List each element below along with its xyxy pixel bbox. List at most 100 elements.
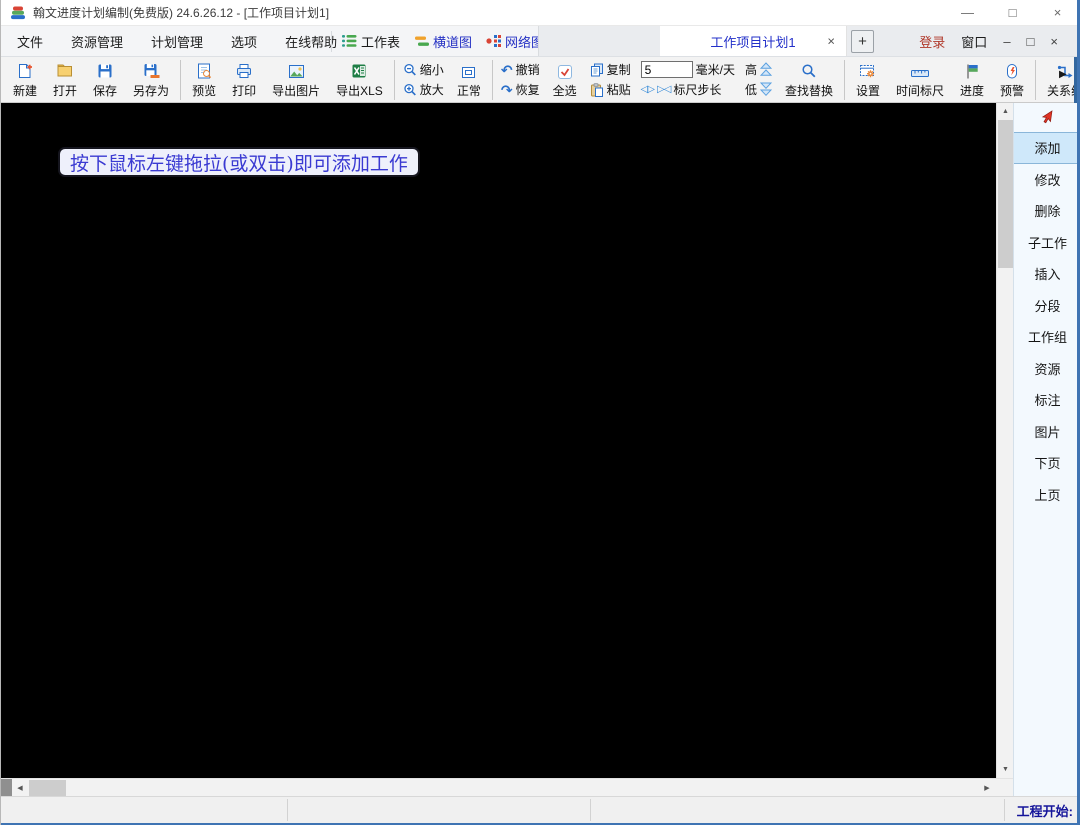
tab-close-icon[interactable]: × — [827, 34, 835, 49]
toolbar-separator — [180, 60, 181, 100]
undo-button[interactable]: ↶ 撤销 — [501, 60, 540, 80]
sidebar-item-prev-page[interactable]: 上页 — [1014, 479, 1080, 511]
toolbar-separator — [492, 60, 493, 100]
export-image-button[interactable]: 导出图片 — [264, 59, 328, 101]
child-maximize-button[interactable]: □ — [1027, 34, 1035, 49]
open-button[interactable]: 打开 — [45, 59, 85, 101]
sidebar-item-modify[interactable]: 修改 — [1014, 164, 1080, 196]
print-button[interactable]: 打印 — [224, 59, 264, 101]
worksheet-list-icon — [342, 34, 357, 48]
new-file-icon — [16, 61, 34, 80]
menu-plan[interactable]: 计划管理 — [137, 26, 217, 56]
print-icon — [235, 61, 253, 80]
zoom-out-icon — [403, 63, 417, 77]
ruler-step-label: 标尺步长 — [673, 81, 721, 98]
sidebar-item-next-page[interactable]: 下页 — [1014, 447, 1080, 479]
menu-options[interactable]: 选项 — [217, 26, 271, 56]
time-ruler-button[interactable]: 时间标尺 — [888, 59, 952, 101]
alert-bell-icon — [1004, 61, 1020, 80]
step-expand-icon[interactable]: ◁▷ — [641, 84, 654, 95]
sidebar-item-insert[interactable]: 插入 — [1014, 258, 1080, 290]
child-close-button[interactable]: × — [1050, 34, 1058, 49]
undo-icon: ↶ — [501, 63, 513, 77]
login-link[interactable]: 登录 — [919, 32, 945, 51]
settings-button[interactable]: 设置 — [848, 59, 888, 101]
sidebar-item-image[interactable]: 图片 — [1014, 416, 1080, 448]
preview-button[interactable]: 预览 — [184, 59, 224, 101]
toolbar-separator — [844, 60, 845, 100]
toolbar-separator — [394, 60, 395, 100]
status-divider — [1004, 799, 1005, 821]
status-divider — [590, 799, 591, 821]
new-tab-button[interactable]: + — [851, 30, 874, 53]
gantt-canvas[interactable]: 按下鼠标左键拖拉(或双击)即可添加工作 — [1, 103, 996, 778]
edit-side-panel: 添加 修改 删除 子工作 插入 分段 工作组 资源 标注 图片 下页 上页 — [1013, 103, 1080, 796]
normal-zoom-button[interactable]: 正常 — [449, 59, 489, 101]
time-ruler-icon — [910, 61, 930, 80]
menu-bar: 文件 资源管理 计划管理 选项 在线帮助 工作表 — [1, 26, 1080, 57]
pane-splitter-handle[interactable] — [1, 779, 12, 797]
zoom-in-icon — [403, 83, 417, 97]
scroll-right-icon[interactable]: ▶ — [979, 779, 995, 797]
sidebar-item-segment[interactable]: 分段 — [1014, 290, 1080, 322]
view-gantt-button[interactable]: 横道图 — [409, 26, 477, 56]
save-as-floppy-icon — [142, 61, 160, 80]
vertical-scrollbar-thumb[interactable] — [998, 120, 1013, 268]
window-title: 翰文进度计划编制(免费版) 24.6.26.12 - [工作项目计划1] — [33, 4, 329, 21]
network-graph-icon — [486, 34, 501, 48]
menu-divider — [331, 31, 332, 52]
window-menu[interactable]: 窗口 — [961, 32, 987, 51]
alert-button[interactable]: 预警 — [992, 59, 1032, 101]
save-as-button[interactable]: 另存为 — [125, 59, 177, 101]
find-replace-magnifier-icon — [800, 61, 817, 80]
tab-strip: 工作项目计划1 × + 登录 窗口 – □ × — [538, 26, 1080, 56]
pointer-tool-button[interactable] — [1014, 103, 1080, 132]
row-height-low-button[interactable]: 低 — [745, 80, 772, 100]
double-up-triangle-icon — [760, 62, 772, 77]
sidebar-item-workgroup[interactable]: 工作组 — [1014, 321, 1080, 353]
sidebar-item-add[interactable]: 添加 — [1014, 132, 1080, 164]
redo-button[interactable]: ↷ 恢复 — [501, 80, 540, 100]
sidebar-item-annotation[interactable]: 标注 — [1014, 384, 1080, 416]
select-all-button[interactable]: 全选 — [545, 59, 585, 101]
copy-button[interactable]: 复制 — [590, 60, 631, 80]
horizontal-scrollbar-thumb[interactable] — [29, 780, 66, 796]
paste-button[interactable]: 粘贴 — [590, 80, 631, 100]
scroll-up-icon[interactable]: ▲ — [997, 103, 1014, 120]
tab-work-project-plan[interactable]: 工作项目计划1 × — [660, 26, 847, 56]
minimize-button[interactable]: — — [945, 0, 990, 25]
red-cursor-icon — [1039, 109, 1056, 126]
toolbar-overflow-icon[interactable]: ▶ — [1059, 69, 1067, 80]
view-worksheet-label: 工作表 — [361, 32, 400, 51]
normal-window-icon — [460, 61, 477, 80]
horizontal-scrollbar[interactable]: ◀ ▶ — [1, 778, 1013, 796]
vertical-scrollbar[interactable]: ▲ ▼ — [996, 103, 1013, 778]
new-button[interactable]: 新建 — [5, 59, 45, 101]
step-shrink-icon[interactable]: ▷◁ — [657, 84, 670, 95]
scroll-down-icon[interactable]: ▼ — [997, 761, 1014, 778]
menu-file[interactable]: 文件 — [3, 26, 57, 56]
export-xls-button[interactable]: 导出XLS — [328, 59, 391, 101]
scroll-left-icon[interactable]: ◀ — [12, 779, 28, 797]
child-minimize-button[interactable]: – — [1003, 34, 1010, 49]
sidebar-item-subwork[interactable]: 子工作 — [1014, 227, 1080, 259]
zoom-out-button[interactable]: 缩小 — [403, 60, 444, 80]
preview-icon — [195, 61, 213, 80]
canvas-hint-tooltip: 按下鼠标左键拖拉(或双击)即可添加工作 — [58, 147, 420, 177]
menu-resource[interactable]: 资源管理 — [57, 26, 137, 56]
select-all-checkbox-icon — [557, 61, 573, 80]
sidebar-item-delete[interactable]: 删除 — [1014, 195, 1080, 227]
progress-button[interactable]: 进度 — [952, 59, 992, 101]
zoom-in-button[interactable]: 放大 — [403, 80, 444, 100]
view-worksheet-button[interactable]: 工作表 — [337, 26, 405, 56]
ruler-step-input[interactable] — [641, 61, 693, 78]
row-height-high-button[interactable]: 高 — [745, 60, 772, 80]
maximize-button[interactable]: □ — [990, 0, 1035, 25]
app-window: 翰文进度计划编制(免费版) 24.6.26.12 - [工作项目计划1] — □… — [0, 0, 1080, 825]
find-replace-button[interactable]: 查找替换 — [777, 59, 841, 101]
view-gantt-label: 横道图 — [433, 32, 472, 51]
save-button[interactable]: 保存 — [85, 59, 125, 101]
paste-icon — [590, 83, 604, 97]
sidebar-item-resource[interactable]: 资源 — [1014, 353, 1080, 385]
close-button[interactable]: × — [1035, 0, 1080, 25]
